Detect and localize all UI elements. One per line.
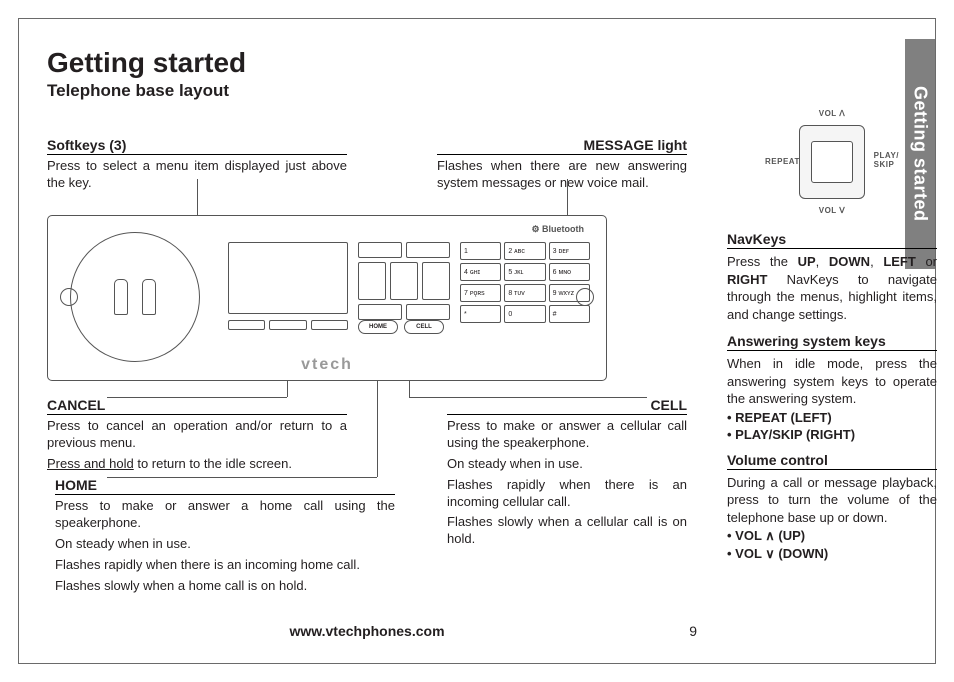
- callout-cell-p1: Press to make or answer a cellular call …: [447, 418, 687, 452]
- handset-cradle: [70, 232, 200, 362]
- page-subtitle: Telephone base layout: [47, 81, 687, 101]
- navkey-thumbnail: VOL ᐱ VOL ᐯ REPEAT PLAY/ SKIP: [767, 107, 897, 217]
- home-button: HOME: [358, 320, 398, 334]
- page-frame: Getting started Getting started Telephon…: [18, 18, 936, 664]
- answering-keys-body: When in idle mode, press the answering s…: [727, 355, 937, 408]
- top-callouts-row: Softkeys (3) Press to select a menu item…: [47, 137, 687, 197]
- callout-message-light: MESSAGE light Flashes when there are new…: [437, 137, 687, 196]
- page-title: Getting started: [47, 47, 687, 79]
- up-caret-icon: [765, 528, 775, 543]
- phone-base-outline: ⚙ Bluetooth: [47, 215, 607, 381]
- volume-control-heading: Volume control: [727, 452, 937, 470]
- volume-up-bullet: • VOL (UP): [727, 528, 937, 544]
- page-number: 9: [689, 623, 697, 639]
- base-hole: [60, 288, 78, 306]
- callout-message-light-title: MESSAGE light: [437, 137, 687, 155]
- navkey-down-label: VOL ᐯ: [767, 206, 897, 215]
- keypad-key: 5 ᴊᴋʟ: [504, 263, 545, 281]
- keypad-key: 7 ᴘǫʀs: [460, 284, 501, 302]
- cell-button: CELL: [404, 320, 444, 334]
- left-column: Getting started Telephone base layout So…: [47, 47, 687, 643]
- nav-key: [390, 262, 418, 300]
- callout-cell-p3: Flashes rapidly when there is an incomin…: [447, 477, 687, 511]
- nav-cluster: [358, 242, 450, 324]
- keypad-key: *: [460, 305, 501, 323]
- nav-key: [406, 304, 450, 320]
- keypad-key: 2 ᴀʙᴄ: [504, 242, 545, 260]
- callout-cancel-title: CANCEL: [47, 397, 347, 415]
- keypad-key: 8 ᴛᴜᴠ: [504, 284, 545, 302]
- lcd-screen: [228, 242, 348, 314]
- answering-keys-heading: Answering system keys: [727, 333, 937, 351]
- keypad-key: 3 ᴅᴇꜰ: [549, 242, 590, 260]
- keypad-key: #: [549, 305, 590, 323]
- cradle-prong: [114, 279, 128, 315]
- callout-home-p4: Flashes slowly when a home call is on ho…: [55, 578, 395, 595]
- bluetooth-label: ⚙ Bluetooth: [531, 224, 584, 235]
- callout-softkeys-title: Softkeys (3): [47, 137, 347, 155]
- telephone-base-diagram: ⚙ Bluetooth: [47, 215, 607, 381]
- nav-key: [422, 262, 450, 300]
- callout-cell-title: CELL: [447, 397, 687, 415]
- answering-keys-bullet-repeat: • REPEAT (LEFT): [727, 410, 937, 425]
- leader-line: [197, 179, 198, 215]
- cradle-prong: [142, 279, 156, 315]
- manual-page: Getting started Getting started Telephon…: [0, 0, 954, 682]
- keypad-key: 1: [460, 242, 501, 260]
- callout-cancel: CANCEL Press to cancel an operation and/…: [47, 397, 347, 477]
- dial-keypad: 12 ᴀʙᴄ3 ᴅᴇꜰ 4 ɢʜɪ5 ᴊᴋʟ6 ᴍɴᴏ 7 ᴘǫʀs8 ᴛᴜᴠ9…: [460, 242, 590, 323]
- nav-key: [358, 242, 402, 258]
- brand-logo: vtech: [48, 356, 606, 374]
- callout-message-light-body: Flashes when there are new answering sys…: [437, 158, 687, 192]
- volume-down-bullet: • VOL (DOWN): [727, 546, 937, 562]
- navkeys-heading: NavKeys: [727, 231, 937, 249]
- softkey-button: [269, 320, 306, 330]
- softkey-row: [228, 320, 348, 330]
- callout-cancel-p1: Press to cancel an operation and/or retu…: [47, 418, 347, 452]
- nav-key: [358, 304, 402, 320]
- softkey-button: [311, 320, 348, 330]
- home-cell-buttons: HOME CELL: [358, 320, 444, 334]
- answering-keys-bullet-playskip: • PLAY/SKIP (RIGHT): [727, 427, 937, 442]
- keypad-key: 4 ɢʜɪ: [460, 263, 501, 281]
- leader-line: [567, 179, 568, 215]
- callout-cell: CELL Press to make or answer a cellular …: [447, 397, 687, 552]
- callout-home-p1: Press to make or answer a home call usin…: [55, 498, 395, 532]
- footer-url: www.vtechphones.com: [47, 623, 687, 639]
- navkey-center: [811, 141, 853, 183]
- nav-key: [358, 262, 386, 300]
- softkey-button: [228, 320, 265, 330]
- navkey-up-label: VOL ᐱ: [767, 109, 897, 118]
- keypad-key: 6 ᴍɴᴏ: [549, 263, 590, 281]
- nav-key: [406, 242, 450, 258]
- callout-home-p3: Flashes rapidly when there is an incomin…: [55, 557, 395, 574]
- navkeys-body: Press the UP, DOWN, LEFT or RIGHT NavKey…: [727, 253, 937, 323]
- navkey-right-label: PLAY/ SKIP: [874, 151, 899, 169]
- callout-home-title: HOME: [55, 477, 395, 495]
- callout-home-p2: On steady when in use.: [55, 536, 395, 553]
- navkey-left-label: REPEAT: [765, 157, 800, 166]
- down-caret-icon: [765, 546, 775, 561]
- callout-cell-p2: On steady when in use.: [447, 456, 687, 473]
- content-area: Getting started Telephone base layout So…: [47, 47, 887, 643]
- keypad-key: 0: [504, 305, 545, 323]
- volume-control-body: During a call or message playback, press…: [727, 474, 937, 527]
- right-column: VOL ᐱ VOL ᐯ REPEAT PLAY/ SKIP NavKeys Pr…: [727, 107, 937, 562]
- keypad-key: 9 ᴡxʏᴢ: [549, 284, 590, 302]
- callout-home: HOME Press to make or answer a home call…: [55, 477, 395, 598]
- callout-cell-p4: Flashes slowly when a cellular call is o…: [447, 514, 687, 548]
- callout-cancel-p2: Press and hold to return to the idle scr…: [47, 456, 347, 473]
